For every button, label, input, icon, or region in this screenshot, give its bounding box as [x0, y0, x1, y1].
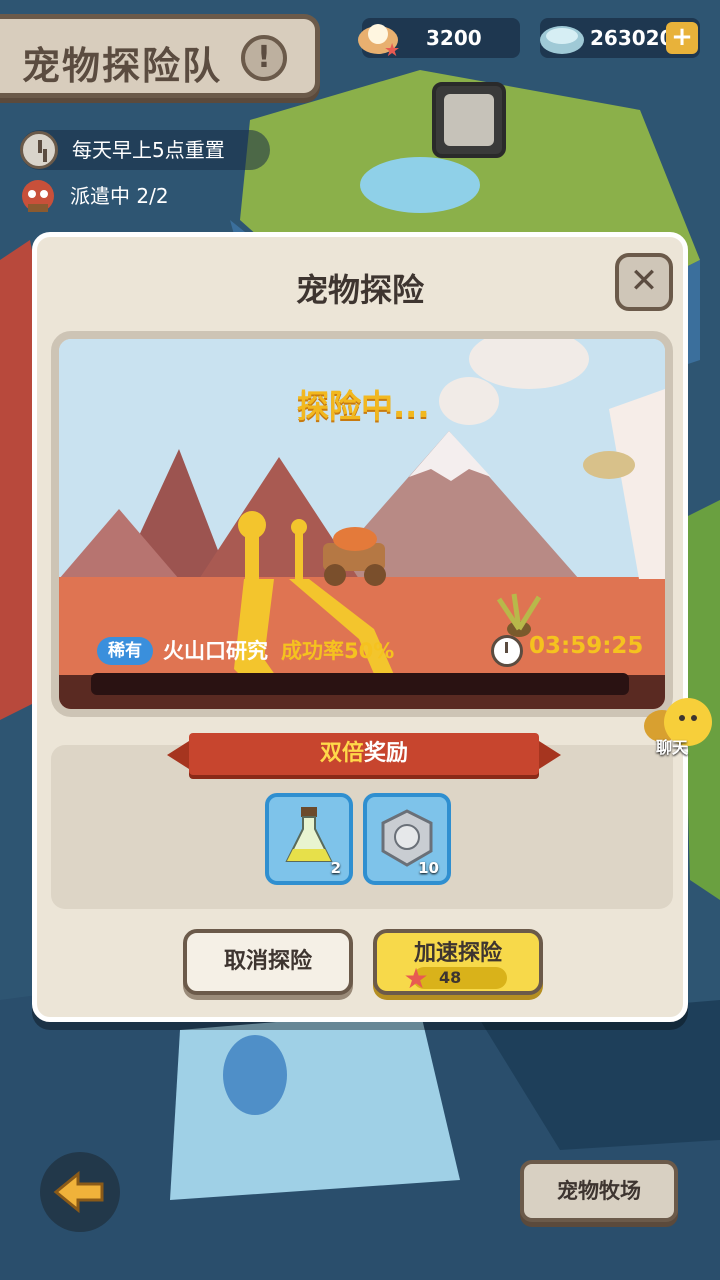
title-plate: 宠物探险队 !	[0, 14, 320, 98]
success-rate: 成功率50%	[281, 639, 395, 663]
progress-bar	[91, 673, 629, 695]
countdown-timer: 03:59:25	[529, 633, 644, 659]
pet-ranch-button[interactable]: 宠物牧场	[520, 1160, 678, 1222]
rarity-badge: 稀有	[97, 637, 153, 665]
speedup-label: 加速探险	[413, 941, 502, 966]
reward-item-medal[interactable]: 10	[363, 793, 451, 885]
pearl-shell-icon: ★	[358, 24, 400, 60]
reward-count: 10	[418, 859, 439, 877]
expedition-modal: 宠物探险 ✕ 探险中... 稀有 火山口研究 成功率50% 03:59:25 双…	[32, 232, 688, 1022]
page-title: 宠物探险队	[22, 44, 223, 88]
svg-text:★: ★	[384, 40, 400, 60]
shell-node-icon	[444, 94, 494, 146]
chat-button[interactable]: 聊天	[640, 694, 720, 758]
expedition-scene: 探险中... 稀有 火山口研究 成功率50% 03:59:25	[51, 331, 673, 717]
timer-clock-icon	[491, 635, 523, 667]
starfish-counter: ★ 3200	[358, 18, 520, 60]
pet-avatar-icon	[22, 180, 54, 212]
reset-text: 每天早上5点重置	[72, 138, 225, 162]
clock-icon	[20, 131, 58, 169]
reset-info: 每天早上5点重置	[20, 130, 270, 170]
reward-title-prefix: 双倍	[319, 741, 364, 766]
shell-counter: 263020 +	[540, 18, 700, 58]
mission-name: 火山口研究	[163, 639, 268, 663]
starfish-icon: ★	[403, 962, 429, 995]
status-text: 探险中...	[297, 387, 430, 425]
back-arrow-icon	[53, 1170, 104, 1214]
cancel-expedition-button[interactable]: 取消探险	[183, 929, 353, 995]
shell-icon	[540, 26, 584, 54]
info-button[interactable]: !	[241, 35, 287, 81]
starfish-count: 3200	[426, 26, 482, 50]
chat-label: 聊天	[656, 738, 689, 757]
reward-item-potion[interactable]: 2	[265, 793, 353, 885]
dispatch-text: 派遣中 2/2	[70, 184, 169, 208]
reward-ribbon: 双倍奖励	[167, 733, 561, 775]
reward-title-suffix: 奖励	[364, 741, 409, 766]
dispatch-info: 派遣中 2/2	[16, 176, 216, 216]
speedup-expedition-button[interactable]: 加速探险 48 ★	[373, 929, 543, 995]
reward-count: 2	[330, 859, 341, 877]
shell-count: 263020	[590, 26, 674, 50]
map-node-slot[interactable]	[432, 82, 506, 158]
add-currency-button[interactable]: +	[666, 22, 698, 54]
back-button[interactable]	[40, 1152, 120, 1232]
modal-title: 宠物探险	[295, 271, 424, 309]
close-button[interactable]: ✕	[615, 253, 673, 311]
